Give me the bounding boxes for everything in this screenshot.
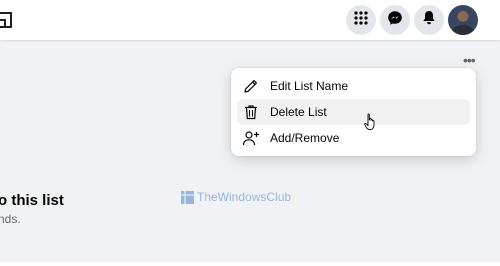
edit-list-name-label: Edit List Name: [270, 79, 349, 93]
empty-list-title: o this list: [0, 192, 64, 209]
avatar-shoulders: [452, 25, 474, 35]
pencil-icon: [242, 77, 260, 95]
messenger-icon: [387, 10, 403, 31]
messenger-button[interactable]: [380, 5, 410, 35]
watermark-text: TheWindowsClub: [197, 190, 292, 204]
empty-list-subtitle: nds.: [0, 212, 21, 226]
more-options-icon[interactable]: •••: [463, 52, 476, 68]
add-remove-menu-item[interactable]: Add/Remove: [237, 125, 470, 151]
bell-icon: [422, 10, 436, 30]
top-navigation-bar: [0, 0, 500, 40]
menu-grid-button[interactable]: [346, 5, 376, 35]
delete-list-label: Delete List: [270, 105, 327, 119]
edit-list-name-menu-item[interactable]: Edit List Name: [237, 73, 470, 99]
profile-avatar[interactable]: [448, 5, 478, 35]
list-options-menu: Edit List Name Delete List Add/Remove: [231, 68, 476, 156]
bottom-edge: [0, 262, 500, 266]
hand-pointer-cursor-icon: [364, 113, 378, 131]
notifications-button[interactable]: [414, 5, 444, 35]
watermark: TheWindowsClub: [181, 190, 291, 204]
app-logo-icon[interactable]: [0, 12, 12, 28]
delete-list-menu-item[interactable]: Delete List: [237, 99, 470, 125]
watermark-logo-icon: [181, 190, 194, 204]
add-remove-label: Add/Remove: [270, 131, 340, 145]
person-add-icon: [242, 129, 260, 147]
trash-icon: [242, 103, 260, 121]
grid-icon: [354, 10, 368, 30]
